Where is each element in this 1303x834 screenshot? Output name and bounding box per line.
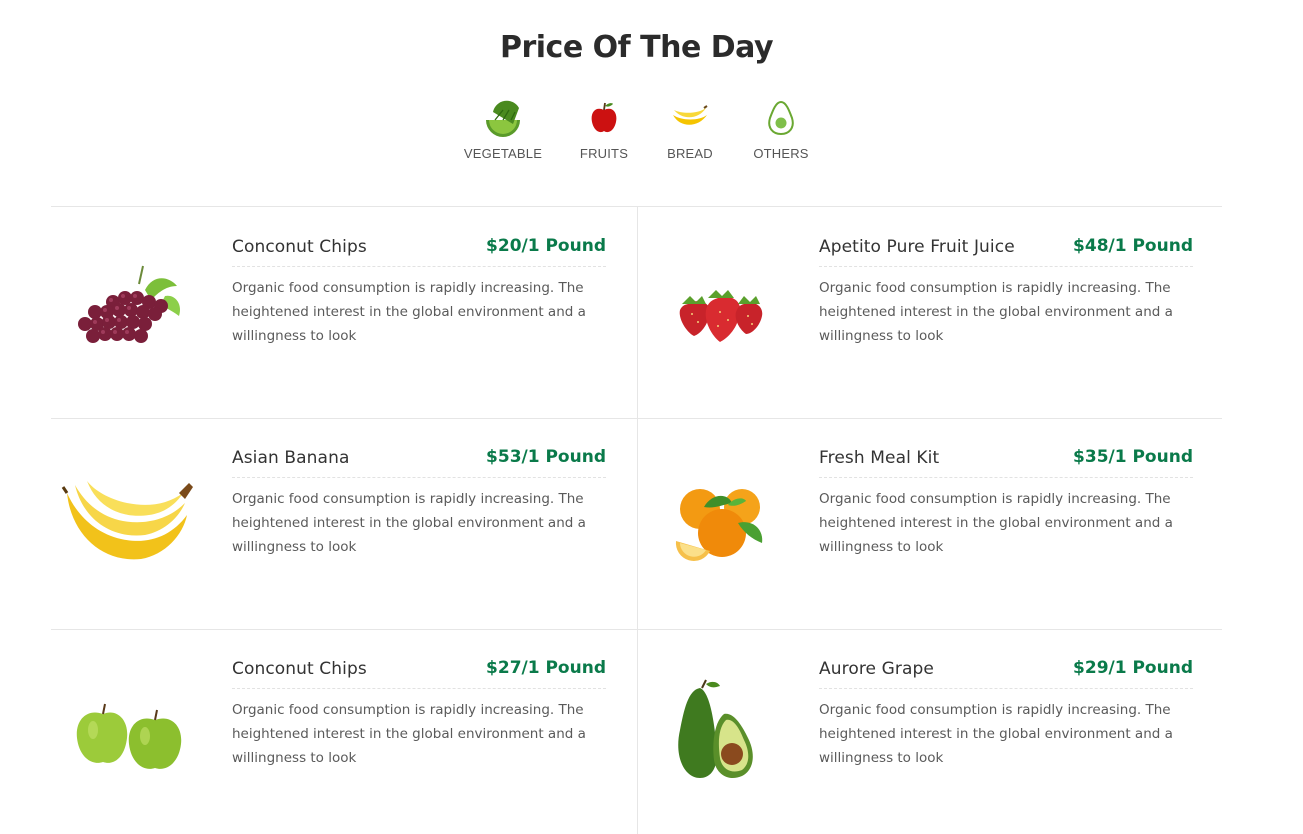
description-line: heightened interest in the global enviro… [819,515,1173,531]
product-price: $48/1 Pound [1073,236,1193,256]
product-image[interactable] [51,629,231,834]
description-line: willingness to look [819,539,944,555]
grapes-image [78,265,181,343]
oranges-image [675,489,763,561]
tab-label: BREAD [667,146,713,161]
product-image[interactable] [51,207,231,417]
description-line: Organic food consumption is rapidly incr… [232,491,584,507]
description-line: willingness to look [819,328,944,344]
product-description: Organic food consumption is rapidly incr… [819,276,1203,348]
banana-icon [673,105,708,125]
price-list: Conconut Chips $20/1 Pound Organic food … [51,206,1222,834]
description-line: willingness to look [232,750,357,766]
dashed-divider [232,266,606,267]
description-line: heightened interest in the global enviro… [232,515,586,531]
dashed-divider [819,477,1193,478]
description-line: Organic food consumption is rapidly incr… [819,702,1171,718]
product-price: $29/1 Pound [1073,658,1193,678]
tab-others[interactable]: OTHERS [731,98,831,161]
product-price: $27/1 Pound [486,658,606,678]
section-title: Price Of The Day [499,30,774,65]
strawberries-image [679,290,763,342]
tab-label: OTHERS [753,146,809,161]
product-price: $53/1 Pound [486,447,606,467]
description-line: Organic food consumption is rapidly incr… [232,280,584,296]
product-description: Organic food consumption is rapidly incr… [819,698,1203,770]
avocado-icon [768,100,794,136]
product-item[interactable]: Fresh Meal Kit $35/1 Pound Organic food … [638,418,1223,628]
description-line: willingness to look [232,328,357,344]
product-description: Organic food consumption is rapidly incr… [819,487,1203,559]
product-price: $35/1 Pound [1073,447,1193,467]
description-line: heightened interest in the global enviro… [232,726,586,742]
description-line: Organic food consumption is rapidly incr… [819,491,1171,507]
dashed-divider [232,688,606,689]
dashed-divider [819,688,1193,689]
product-name[interactable]: Aurore Grape [819,659,934,679]
product-description: Organic food consumption is rapidly incr… [232,698,616,770]
description-line: Organic food consumption is rapidly incr… [819,280,1171,296]
tab-vegetable[interactable]: VEGETABLE [453,98,553,161]
product-image[interactable] [638,418,818,628]
product-name[interactable]: Asian Banana [232,448,349,468]
description-line: heightened interest in the global enviro… [819,304,1173,320]
bananas-image [61,481,193,560]
description-line: willingness to look [232,539,357,555]
green-apples-image [76,703,182,769]
watermelon-icon [486,100,520,137]
product-image[interactable] [638,629,818,834]
tab-label: VEGETABLE [463,146,543,161]
product-image[interactable] [51,418,231,628]
product-name[interactable]: Conconut Chips [232,237,367,257]
tab-label: FRUITS [579,146,629,161]
avocado-image [678,679,753,779]
dashed-divider [232,477,606,478]
product-description: Organic food consumption is rapidly incr… [232,487,616,559]
product-name[interactable]: Apetito Pure Fruit Juice [819,237,1015,257]
product-name[interactable]: Conconut Chips [232,659,367,679]
product-item[interactable]: Aurore Grape $29/1 Pound Organic food co… [638,629,1223,834]
product-item[interactable]: Conconut Chips $27/1 Pound Organic food … [51,629,636,834]
description-line: heightened interest in the global enviro… [819,726,1173,742]
product-item[interactable]: Apetito Pure Fruit Juice $48/1 Pound Org… [638,207,1223,417]
dashed-divider [819,266,1193,267]
apple-icon [591,102,617,133]
product-name[interactable]: Fresh Meal Kit [819,448,939,468]
product-price: $20/1 Pound [486,236,606,256]
category-tabs: VEGETABLE FRUITS BREAD OTHERS [0,98,1273,178]
product-item[interactable]: Asian Banana $53/1 Pound Organic food co… [51,418,636,628]
tab-fruits[interactable]: FRUITS [554,98,654,161]
description-line: Organic food consumption is rapidly incr… [232,702,584,718]
description-line: heightened interest in the global enviro… [232,304,586,320]
description-line: willingness to look [819,750,944,766]
product-item[interactable]: Conconut Chips $20/1 Pound Organic food … [51,207,636,417]
tab-bread[interactable]: BREAD [640,98,740,161]
product-description: Organic food consumption is rapidly incr… [232,276,616,348]
product-image[interactable] [638,207,818,417]
